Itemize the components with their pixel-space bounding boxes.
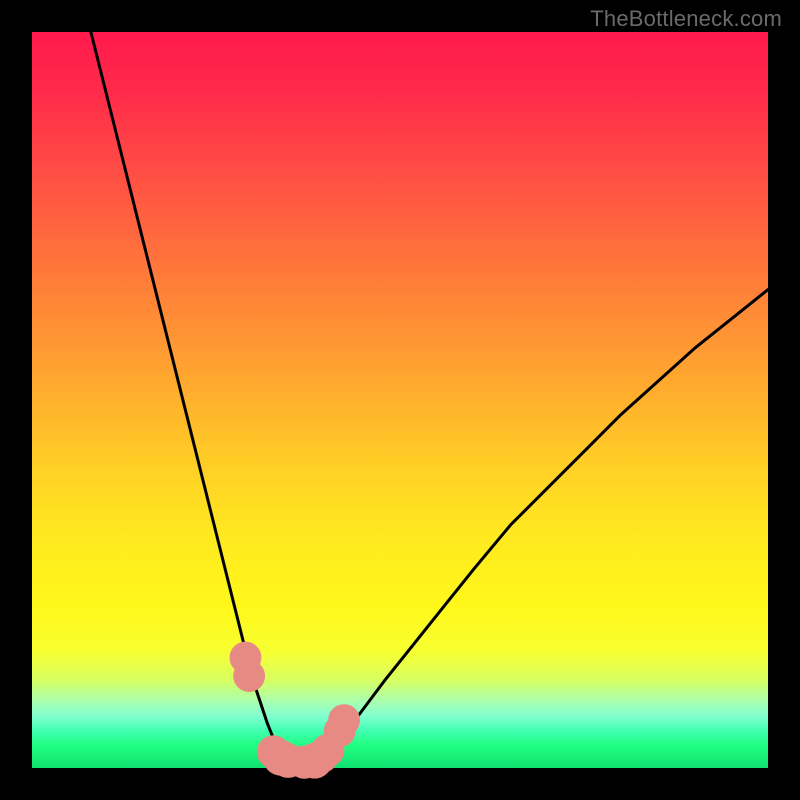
chart-svg xyxy=(32,32,768,768)
data-marker xyxy=(328,704,360,736)
chart-frame: TheBottleneck.com xyxy=(0,0,800,800)
data-markers xyxy=(230,642,361,779)
curve-path xyxy=(91,32,768,764)
bottleneck-curve xyxy=(91,32,768,764)
watermark-text: TheBottleneck.com xyxy=(590,6,782,32)
data-marker xyxy=(233,660,265,692)
